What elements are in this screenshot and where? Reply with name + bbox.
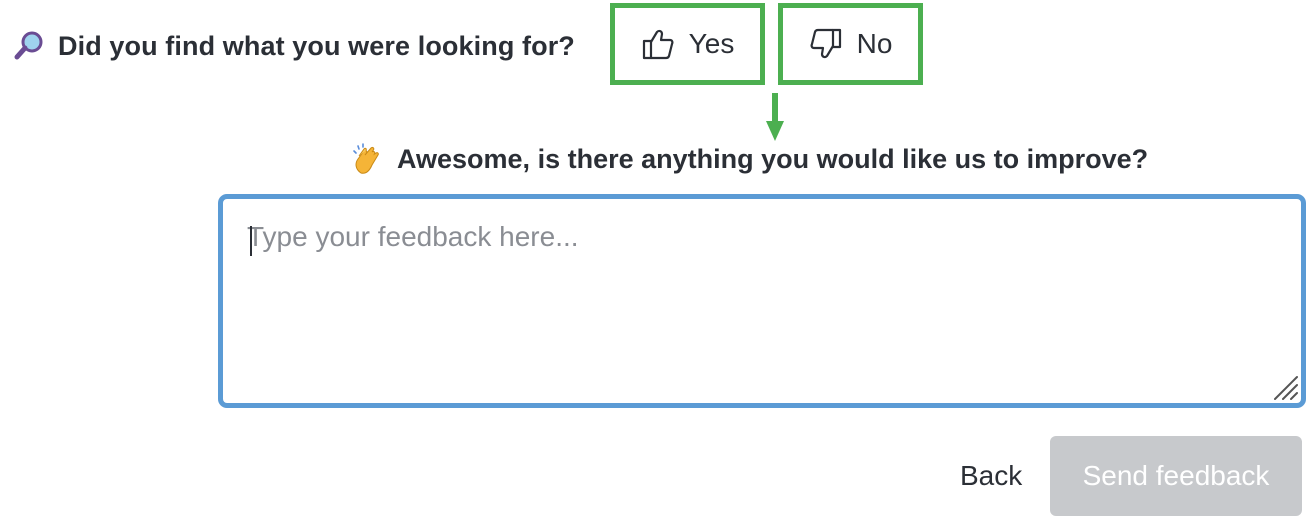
thumbs-up-icon bbox=[642, 29, 674, 60]
question-text: Did you find what you were looking for? bbox=[58, 30, 575, 61]
back-button[interactable]: Back bbox=[944, 452, 1038, 500]
yes-button[interactable]: Yes bbox=[610, 3, 765, 85]
question-row: Did you find what you were looking for? bbox=[12, 26, 575, 66]
no-label: No bbox=[856, 28, 893, 59]
feedback-widget: Did you find what you were looking for? … bbox=[0, 0, 1310, 523]
resize-handle-icon[interactable] bbox=[1269, 371, 1299, 401]
magnifier-icon bbox=[14, 31, 43, 60]
connector-arrow bbox=[766, 93, 784, 141]
no-button[interactable]: No bbox=[778, 3, 923, 85]
feedback-box bbox=[218, 194, 1306, 408]
send-feedback-button[interactable]: Send feedback bbox=[1050, 436, 1302, 516]
yes-label: Yes bbox=[688, 28, 735, 59]
clapping-hands-icon bbox=[353, 143, 379, 174]
followup-row: Awesome, is there anything you would lik… bbox=[352, 140, 1148, 178]
followup-question: Awesome, is there anything you would lik… bbox=[397, 143, 1149, 174]
text-caret bbox=[250, 226, 252, 256]
feedback-textarea[interactable] bbox=[223, 199, 1301, 403]
thumbs-down-icon bbox=[810, 28, 841, 59]
